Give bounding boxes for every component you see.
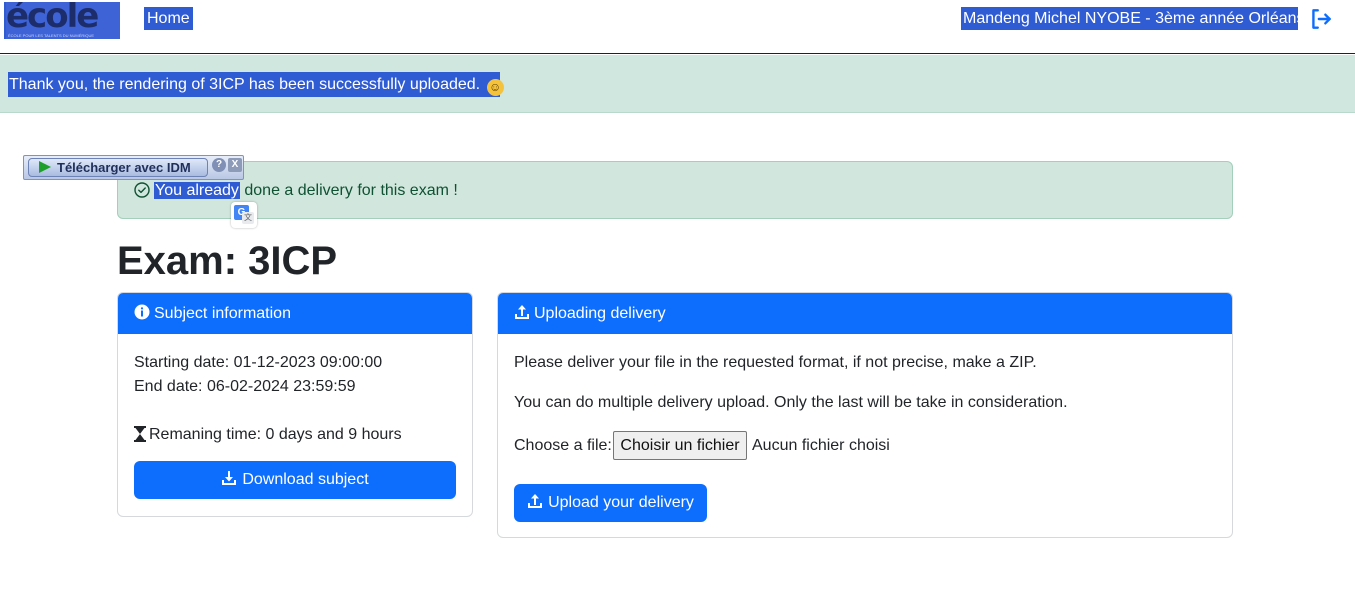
subject-card-header: Subject information — [118, 293, 472, 334]
remaining-time: Remaning time: 0 days and 9 hours — [134, 425, 402, 445]
smiley-emoji-icon: ☺ — [486, 79, 504, 96]
upload-icon — [528, 494, 543, 508]
close-icon[interactable]: X — [228, 158, 242, 172]
download-icon — [222, 471, 237, 485]
hourglass-icon — [134, 426, 146, 442]
alert-text: You already done a delivery for this exa… — [154, 181, 458, 201]
choose-file-label: Choose a file: — [514, 437, 612, 454]
logout-icon[interactable] — [1308, 6, 1334, 32]
play-icon — [39, 161, 51, 173]
starting-date: Starting date: 01-12-2023 09:00:00 — [134, 354, 383, 371]
download-subject-button[interactable]: Download subject — [134, 461, 456, 499]
upload-instructions: Please deliver your file in the requeste… — [514, 354, 1037, 371]
subject-information-card: Subject information Starting date: 01-12… — [117, 292, 473, 517]
ecole-it-logo[interactable]: école iT ÉCOLE POUR LES TALENTS DU NUMÉR… — [4, 2, 120, 39]
upload-icon — [515, 305, 529, 319]
multiple-delivery-note: You can do multiple delivery upload. Onl… — [514, 394, 1068, 411]
uploading-delivery-card: Uploading delivery Please deliver your f… — [497, 292, 1233, 538]
end-date: End date: 06-02-2024 23:59:59 — [134, 378, 356, 395]
already-delivered-alert: You already done a delivery for this exa… — [117, 161, 1233, 219]
idm-download-label: Télécharger avec IDM — [57, 160, 191, 175]
flash-message-text: Thank you, the rendering of 3ICP has bee… — [9, 76, 481, 93]
navbar: école iT ÉCOLE POUR LES TALENTS DU NUMÉR… — [0, 0, 1355, 54]
choose-file-button[interactable]: Choisir un fichier — [613, 431, 747, 460]
remaining-time-text: Remaning time: 0 days and 9 hours — [149, 426, 402, 443]
google-translate-icon[interactable]: G 文 — [231, 202, 257, 228]
translate-zh-glyph: 文 — [242, 212, 254, 224]
alert-selected-text: You already — [154, 182, 240, 199]
nav-home-link[interactable]: Home — [144, 7, 193, 30]
user-name-label: Mandeng Michel NYOBE - 3ème année Orléan… — [961, 7, 1305, 30]
logo-tagline: ÉCOLE POUR LES TALENTS DU NUMÉRIQUE — [8, 33, 95, 38]
idm-download-bar: Télécharger avec IDM ? X — [23, 155, 244, 180]
file-status-text: Aucun fichier choisi — [752, 437, 890, 454]
idm-download-button[interactable]: Télécharger avec IDM — [28, 158, 208, 177]
info-circle-icon — [134, 304, 150, 320]
upload-card-title: Uploading delivery — [534, 305, 666, 322]
upload-delivery-label: Upload your delivery — [548, 494, 694, 511]
upload-delivery-button[interactable]: Upload your delivery — [514, 484, 707, 522]
check-circle-icon — [134, 182, 150, 198]
flash-message: Thank you, the rendering of 3ICP has bee… — [8, 72, 504, 97]
help-icon[interactable]: ? — [212, 158, 226, 172]
upload-card-header: Uploading delivery — [498, 293, 1232, 334]
subject-card-title: Subject information — [154, 305, 291, 322]
download-subject-label: Download subject — [242, 471, 369, 488]
page-title: Exam: 3ICP — [117, 239, 338, 283]
alert-rest-text: done a delivery for this exam ! — [239, 182, 458, 199]
flash-success-banner: Thank you, the rendering of 3ICP has bee… — [0, 55, 1355, 113]
